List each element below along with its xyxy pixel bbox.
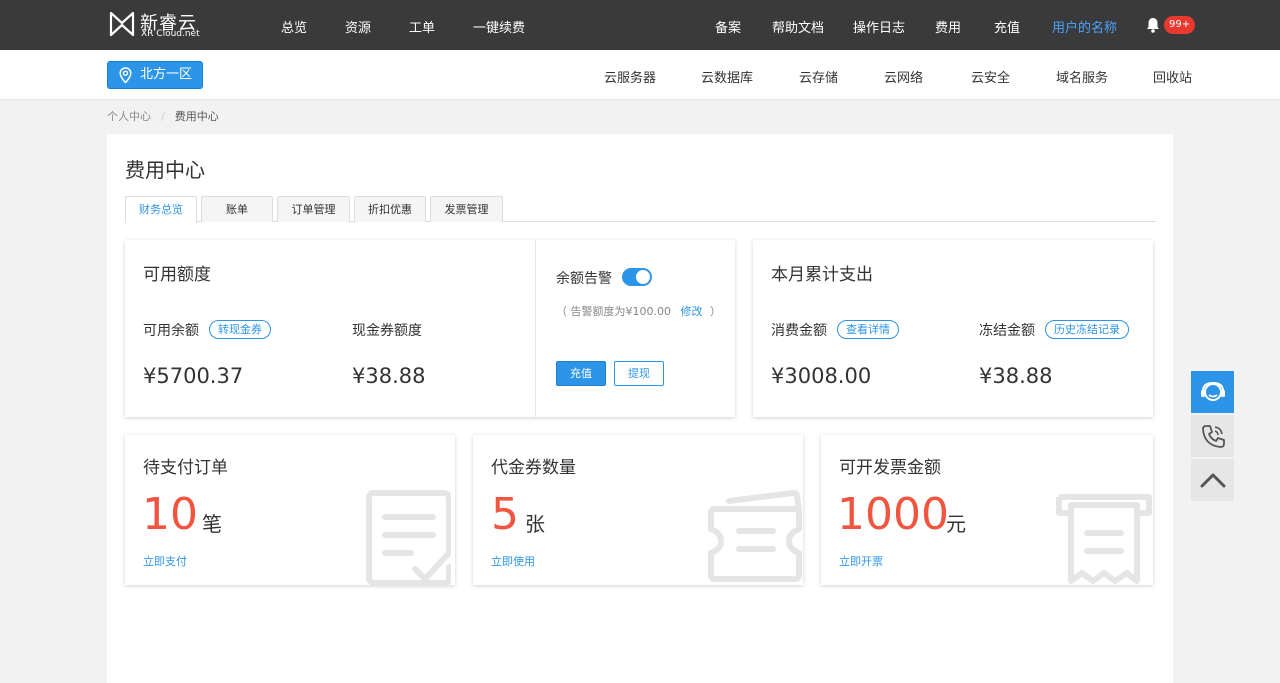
modify-threshold-link[interactable]: 修改: [680, 305, 702, 318]
voucher-count-unit: 张: [525, 512, 545, 536]
top-bar: 新睿云 XR Cloud.net 总览 资源 工单 一键续费 备案 帮助文档 操…: [0, 0, 1280, 50]
subnav-cloud-security[interactable]: 云安全: [971, 67, 1010, 86]
available-credit-title: 可用额度: [143, 265, 211, 285]
subnav-domain-service[interactable]: 域名服务: [1056, 67, 1108, 86]
customer-service-button[interactable]: [1191, 371, 1234, 413]
balance-alert-toggle[interactable]: [622, 268, 652, 286]
voucher-count-title: 代金券数量: [491, 458, 576, 478]
tab-order-management[interactable]: 订单管理: [277, 196, 350, 222]
brand-subtitle: XR Cloud.net: [141, 29, 200, 39]
pay-now-link[interactable]: 立即支付: [143, 553, 187, 569]
withdraw-button[interactable]: 提现: [614, 361, 664, 386]
pending-orders-count: 10: [142, 489, 198, 540]
invoice-amount-value: 1000: [837, 489, 949, 540]
nav-help-docs[interactable]: 帮助文档: [772, 17, 824, 36]
available-balance-value: ¥5700.37: [143, 364, 244, 388]
invoice-amount-card: 可开发票金额 1000 元 立即开票: [821, 435, 1153, 585]
tab-bills[interactable]: 账单: [201, 196, 273, 222]
breadcrumb-separator: /: [161, 110, 165, 123]
phone-contact-button[interactable]: [1191, 415, 1234, 457]
toggle-knob: [636, 270, 650, 284]
nav-fees[interactable]: 费用: [935, 17, 961, 36]
voucher-count-card: 代金券数量 5 张 立即使用: [473, 435, 803, 585]
breadcrumb-current: 费用中心: [174, 110, 219, 123]
view-details-button[interactable]: 查看详情: [837, 320, 899, 339]
nav-overview[interactable]: 总览: [281, 17, 307, 36]
frozen-history-button[interactable]: 历史冻结记录: [1045, 320, 1129, 339]
recharge-button[interactable]: 充值: [556, 361, 606, 386]
pending-orders-title: 待支付订单: [143, 458, 228, 478]
tab-finance-overview[interactable]: 财务总览: [125, 196, 197, 223]
region-label: 北方一区: [140, 67, 193, 82]
document-check-icon: [366, 490, 451, 585]
customer-service-icon: [1201, 381, 1225, 401]
available-credit-card: 可用额度 可用余额 转现金券 ¥5700.37 现金券额度 ¥38.88 余额告…: [125, 240, 735, 417]
main-panel: 费用中心 财务总览 账单 订单管理 折扣优惠 发票管理 可用额度 可用余额 转现…: [107, 134, 1173, 683]
user-name-menu[interactable]: 用户的名称: [1052, 17, 1117, 36]
cash-coupon-label: 现金券额度: [352, 323, 422, 339]
logo-icon: [109, 11, 135, 37]
alert-threshold-note: （ 告警额度为¥100.00 修改 ）: [556, 303, 721, 319]
subnav-recycle-bin[interactable]: 回收站: [1153, 67, 1192, 86]
bell-icon[interactable]: [1146, 17, 1160, 33]
use-now-link[interactable]: 立即使用: [491, 553, 535, 569]
back-to-top-button[interactable]: [1191, 459, 1234, 501]
frozen-amount-label: 冻结金额: [979, 323, 1035, 339]
tab-invoice-management[interactable]: 发票管理: [430, 196, 503, 222]
logo[interactable]: 新睿云 XR Cloud.net: [108, 9, 208, 41]
subnav-cloud-network[interactable]: 云网络: [884, 67, 923, 86]
card-divider: [535, 240, 536, 417]
pending-orders-unit: 笔: [202, 512, 222, 536]
alert-threshold-text: （ 告警额度为¥100.00: [556, 305, 671, 318]
spend-amount-value: ¥3008.00: [771, 364, 872, 388]
spend-amount-label: 消费金额: [771, 323, 827, 339]
region-selector-button[interactable]: 北方一区: [107, 61, 203, 89]
receipt-icon: [1056, 494, 1152, 584]
voucher-count-value: 5: [491, 489, 519, 540]
ticket-icon: [708, 489, 802, 582]
page-title: 费用中心: [125, 158, 205, 182]
pending-orders-card: 待支付订单 10 笔 立即支付: [125, 435, 455, 585]
nav-operation-log[interactable]: 操作日志: [853, 17, 905, 36]
chevron-up-icon: [1200, 473, 1226, 488]
cash-coupon-value: ¥38.88: [352, 364, 426, 388]
tab-discounts[interactable]: 折扣优惠: [354, 196, 426, 222]
available-balance-label: 可用余额: [143, 323, 199, 339]
breadcrumb-home[interactable]: 个人中心: [107, 110, 151, 123]
nav-recharge[interactable]: 充值: [994, 17, 1020, 36]
phone-icon: [1202, 425, 1225, 448]
subnav-cloud-database[interactable]: 云数据库: [701, 67, 753, 86]
balance-alert-label: 余额告警: [556, 271, 612, 287]
invoice-now-link[interactable]: 立即开票: [839, 553, 883, 569]
subnav-cloud-server[interactable]: 云服务器: [604, 67, 656, 86]
subnav-cloud-storage[interactable]: 云存储: [799, 67, 838, 86]
convert-coupon-button[interactable]: 转现金券: [209, 320, 271, 339]
nav-renew[interactable]: 一键续费: [473, 17, 525, 36]
invoice-amount-unit: 元: [946, 512, 966, 536]
sub-nav: 北方一区 云服务器 云数据库 云存储 云网络 云安全 域名服务 回收站: [0, 50, 1280, 100]
notification-badge: 99+: [1164, 16, 1196, 34]
nav-resources[interactable]: 资源: [345, 17, 371, 36]
monthly-spend-card: 本月累计支出 消费金额 查看详情 ¥3008.00 冻结金额 历史冻结记录 ¥3…: [753, 240, 1153, 417]
breadcrumb: 个人中心 / 费用中心: [107, 108, 219, 124]
monthly-spend-title: 本月累计支出: [771, 265, 873, 285]
location-pin-icon: [119, 67, 132, 84]
frozen-amount-value: ¥38.88: [979, 364, 1053, 388]
tab-bar: 财务总览 账单 订单管理 折扣优惠 发票管理: [125, 196, 1156, 223]
alert-note-close: ）: [709, 305, 721, 318]
invoice-amount-title: 可开发票金额: [839, 458, 941, 478]
nav-filing[interactable]: 备案: [715, 17, 741, 36]
nav-tickets[interactable]: 工单: [409, 17, 435, 36]
